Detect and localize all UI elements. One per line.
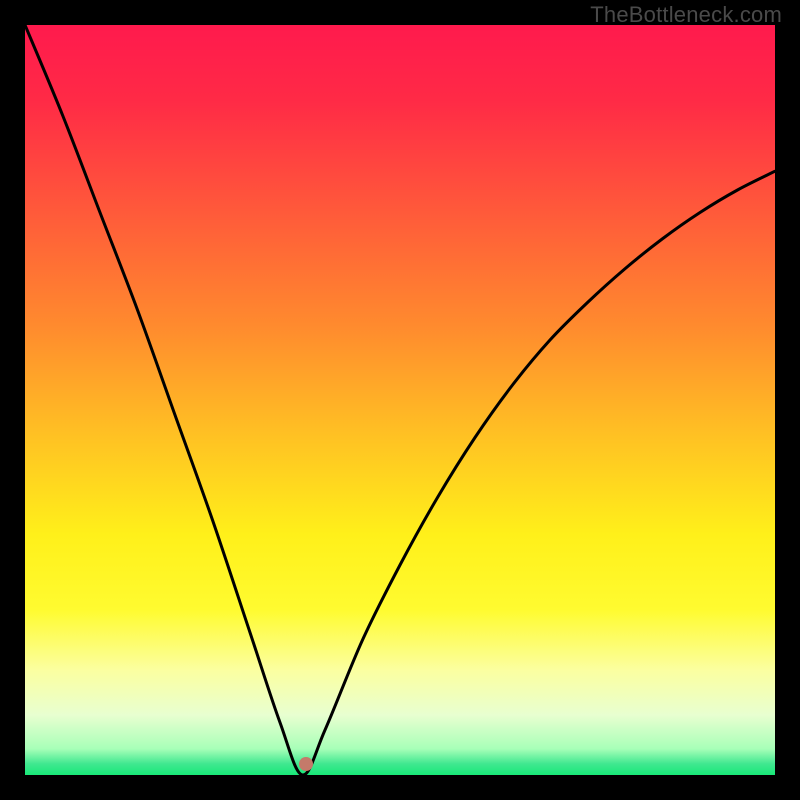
chart-frame: TheBottleneck.com [0, 0, 800, 800]
plot-area [25, 25, 775, 775]
watermark-text: TheBottleneck.com [590, 2, 782, 28]
penalty-curve [25, 25, 775, 775]
minimum-point-marker [299, 757, 313, 771]
